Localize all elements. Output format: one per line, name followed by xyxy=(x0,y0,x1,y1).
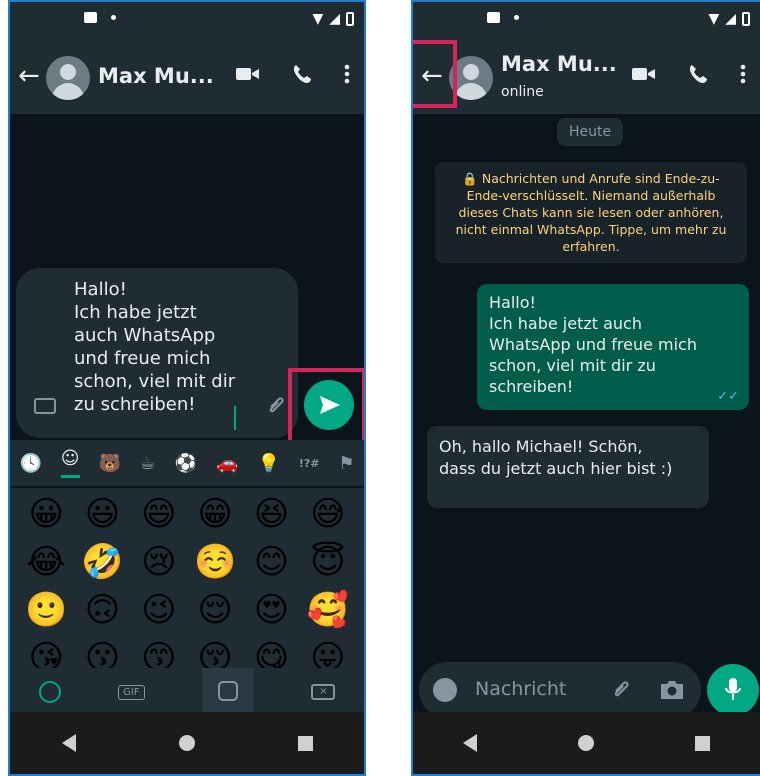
battery-icon xyxy=(346,12,354,26)
attach-icon[interactable] xyxy=(264,394,288,418)
emoji[interactable]: 😀 xyxy=(18,494,74,534)
objects-tab[interactable]: 💡 xyxy=(257,453,279,474)
emoji[interactable]: 😅 xyxy=(300,494,356,534)
phone-call-icon[interactable] xyxy=(688,64,708,84)
emoji[interactable]: 😂 xyxy=(18,542,74,582)
back-arrow-icon[interactable]: ← xyxy=(18,62,40,90)
avatar[interactable] xyxy=(46,56,90,100)
outgoing-message-text: Hallo! Ich habe jetzt auch WhatsApp und … xyxy=(489,293,697,396)
emoji[interactable]: 😆 xyxy=(243,494,299,534)
nav-back-icon[interactable] xyxy=(463,734,478,752)
emoji[interactable]: 😃 xyxy=(74,494,130,534)
voice-message-button[interactable] xyxy=(707,664,759,716)
sticker-icon xyxy=(217,681,238,701)
emoji[interactable]: 😌 xyxy=(187,590,243,630)
highlight-back xyxy=(413,40,457,108)
contact-status: online xyxy=(501,84,544,100)
emoji-icon[interactable] xyxy=(433,678,457,702)
chat-area xyxy=(10,114,364,268)
outgoing-message[interactable]: Hallo! Ich habe jetzt auch WhatsApp und … xyxy=(477,284,749,410)
highlight-send xyxy=(288,368,364,448)
phone-compose: ▼ ◢ ← Max Mu... Hallo! Ich habe jetzt au… xyxy=(8,0,366,776)
nav-back-icon[interactable] xyxy=(61,734,76,752)
message-input[interactable]: Nachricht xyxy=(419,662,701,718)
wifi-icon: ▼ xyxy=(708,11,720,27)
text-cursor xyxy=(234,406,236,430)
emoji[interactable]: 😁 xyxy=(187,494,243,534)
status-bar: ▼ ◢ xyxy=(10,2,364,40)
emoji-category-bar: 🕓 ☺ 🐻 ☕ ⚽ 🚗 💡 !?# ⚑ xyxy=(10,440,364,486)
animals-tab[interactable]: 🐻 xyxy=(98,453,120,474)
incoming-message-text: Oh, hallo Michael! Schön, dass du jetzt … xyxy=(439,437,673,478)
emoji[interactable]: 😚 xyxy=(187,638,243,668)
dot-icon xyxy=(111,15,116,20)
backspace-icon[interactable]: × xyxy=(311,684,336,700)
nav-home-icon[interactable] xyxy=(178,735,195,751)
nav-home-icon[interactable] xyxy=(577,735,594,751)
video-call-icon[interactable] xyxy=(632,65,656,83)
sticker-button[interactable] xyxy=(201,668,254,716)
food-tab[interactable]: ☕ xyxy=(140,453,156,474)
emoji[interactable]: 😘 xyxy=(18,638,74,668)
emoji[interactable]: 😉 xyxy=(131,590,187,630)
date-chip: Heute xyxy=(557,118,624,146)
emoji[interactable]: 😋 xyxy=(243,638,299,668)
contact-name[interactable]: Max Mu... xyxy=(501,52,617,76)
system-nav-bar xyxy=(10,712,364,774)
emoji[interactable]: 😢 xyxy=(131,542,187,582)
incoming-message[interactable]: Oh, hallo Michael! Schön, dass du jetzt … xyxy=(427,426,709,508)
emoji[interactable]: 😇 xyxy=(300,542,356,582)
chat-header: ← Max Mu... xyxy=(10,40,364,114)
battery-icon xyxy=(742,12,750,26)
emoji-footer: GIF × xyxy=(10,668,364,716)
emoji-mode-icon[interactable] xyxy=(38,681,61,703)
keyboard-icon[interactable] xyxy=(34,398,56,414)
draft-text[interactable]: Hallo! Ich habe jetzt auch WhatsApp und … xyxy=(74,278,244,416)
encryption-notice[interactable]: 🔒 Nachrichten und Anrufe sind Ende-zu-En… xyxy=(435,162,747,263)
smileys-tab[interactable]: ☺ xyxy=(60,448,80,478)
emoji[interactable]: 😊 xyxy=(243,542,299,582)
system-nav-bar xyxy=(413,712,760,774)
dot-icon xyxy=(514,15,519,20)
emoji[interactable]: 😙 xyxy=(131,638,187,668)
video-call-icon[interactable] xyxy=(236,65,260,83)
flags-tab[interactable]: ⚑ xyxy=(338,453,354,474)
contact-name[interactable]: Max Mu... xyxy=(98,64,214,88)
attach-icon[interactable] xyxy=(609,678,633,702)
camera-icon[interactable] xyxy=(659,679,685,701)
wifi-icon: ▼ xyxy=(312,11,324,27)
activity-tab[interactable]: ⚽ xyxy=(175,453,197,474)
signal-icon: ◢ xyxy=(329,11,340,27)
chat-area: Heute 🔒 Nachrichten und Anrufe sind Ende… xyxy=(413,114,760,654)
recent-tab[interactable]: 🕓 xyxy=(19,453,41,474)
phone-chat: ▼ ◢ ← Max Mu... online Heute 🔒 Nachricht… xyxy=(411,0,760,776)
read-receipt-icon: ✓✓ xyxy=(717,389,739,404)
signal-icon: ◢ xyxy=(725,11,736,27)
emoji[interactable]: 🙂 xyxy=(18,590,74,630)
gallery-icon xyxy=(487,12,500,23)
input-placeholder: Nachricht xyxy=(475,678,567,700)
emoji[interactable]: 😄 xyxy=(131,494,187,534)
more-menu-icon[interactable] xyxy=(344,64,350,84)
emoji-grid: 😀 😃 😄 😁 😆 😅 😂 🤣 😢 ☺️ 😊 😇 🙂 🙃 😉 😌 😍 🥰 😘 😗… xyxy=(10,488,364,668)
microphone-icon xyxy=(725,678,741,700)
chat-header: ← Max Mu... online xyxy=(413,40,760,114)
gallery-icon xyxy=(84,12,97,23)
status-bar: ▼ ◢ xyxy=(413,2,760,40)
emoji[interactable]: 😗 xyxy=(74,638,130,668)
emoji[interactable]: 😍 xyxy=(243,590,299,630)
emoji[interactable]: 🥰 xyxy=(300,590,356,630)
nav-recents-icon[interactable] xyxy=(297,735,313,751)
message-input[interactable]: Hallo! Ich habe jetzt auch WhatsApp und … xyxy=(16,268,298,438)
gif-button[interactable]: GIF xyxy=(118,684,145,700)
phone-call-icon[interactable] xyxy=(292,64,312,84)
more-menu-icon[interactable] xyxy=(740,64,746,84)
emoji[interactable]: 😛 xyxy=(300,638,356,668)
emoji[interactable]: ☺️ xyxy=(187,542,243,582)
travel-tab[interactable]: 🚗 xyxy=(216,453,238,474)
nav-recents-icon[interactable] xyxy=(694,735,710,751)
emoji[interactable]: 🤣 xyxy=(74,542,130,582)
symbols-tab[interactable]: !?# xyxy=(299,457,320,470)
emoji[interactable]: 🙃 xyxy=(74,590,130,630)
